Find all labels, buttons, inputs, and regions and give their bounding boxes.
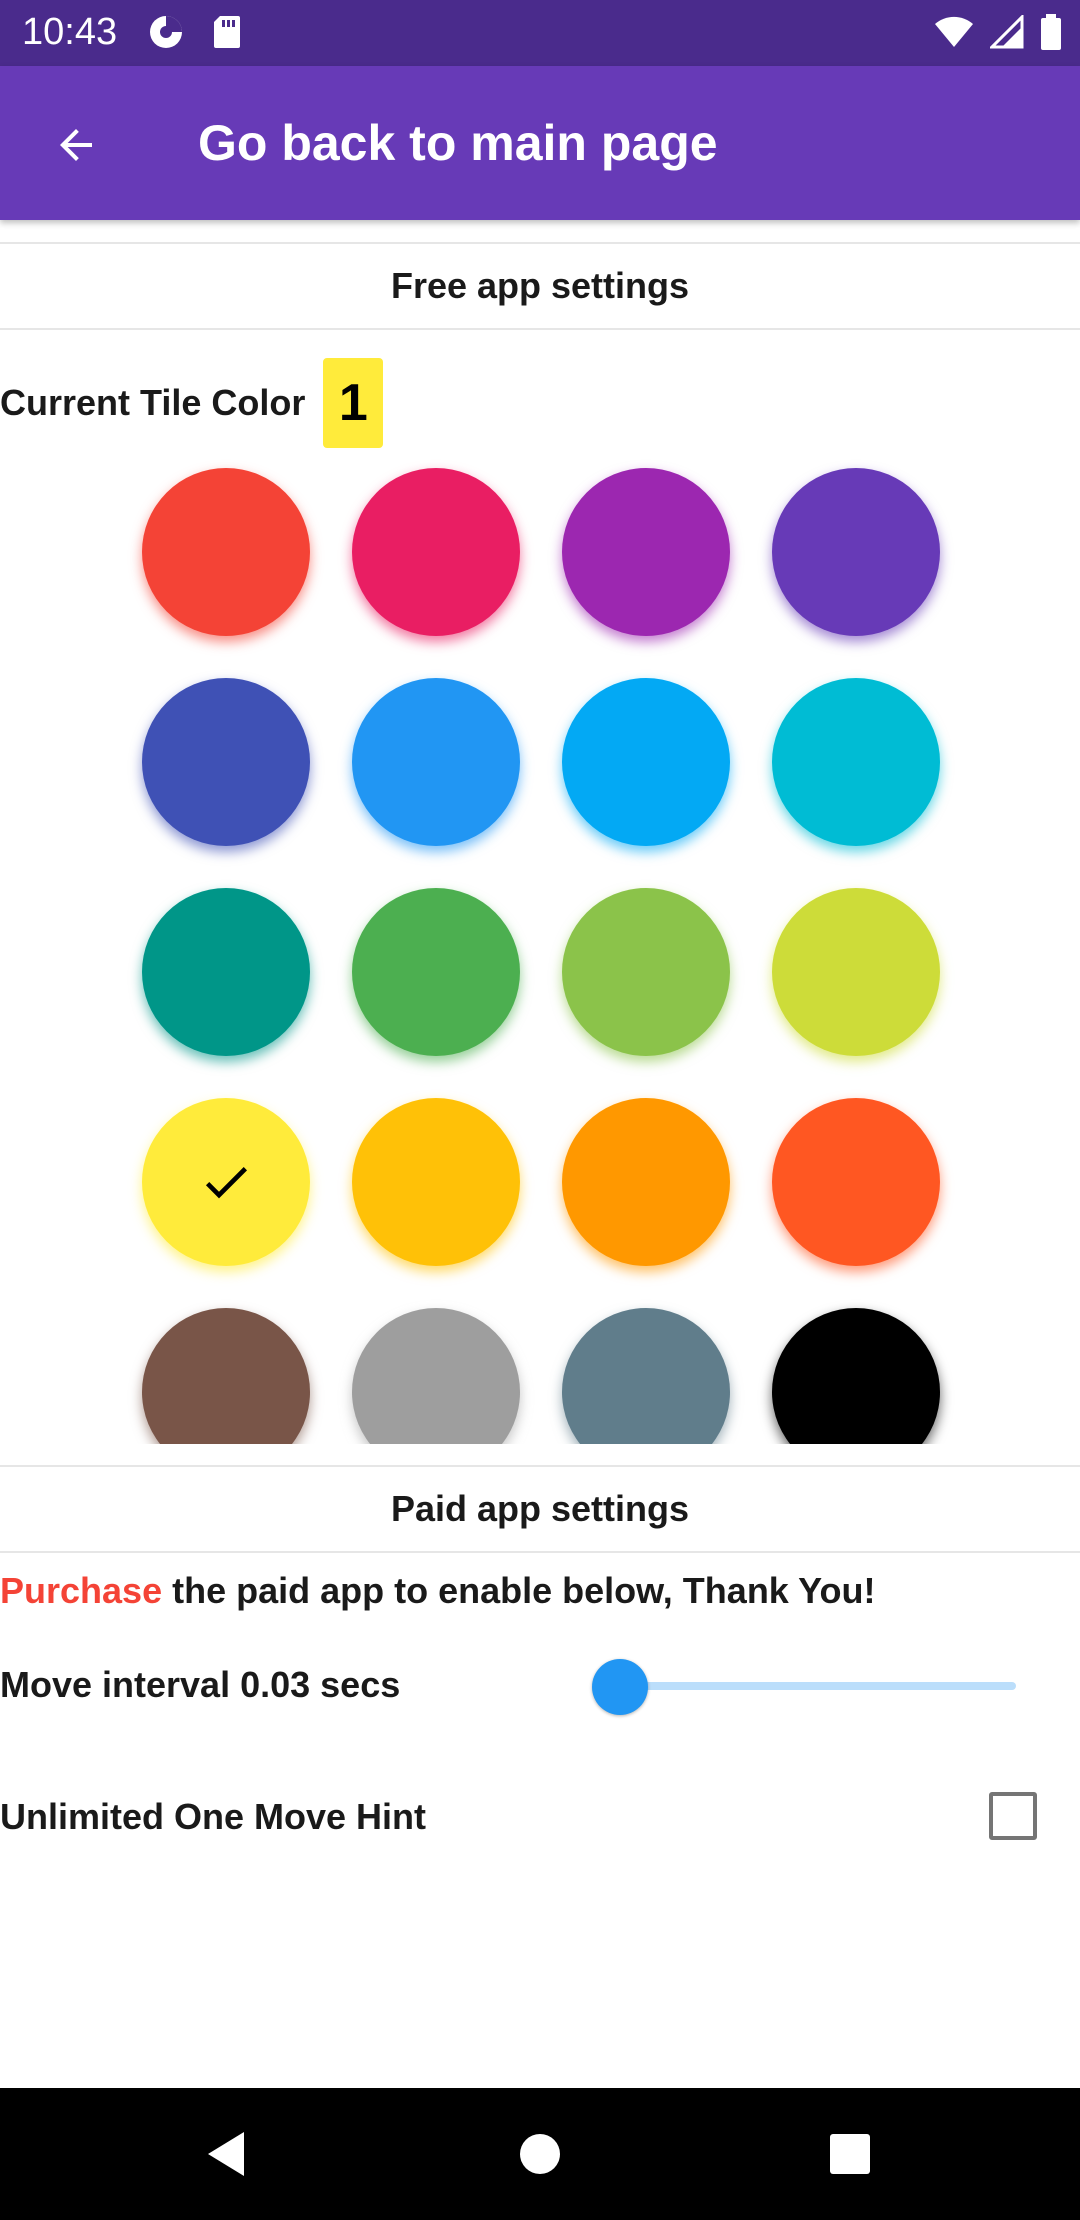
hint-checkbox[interactable] — [989, 1792, 1037, 1840]
nav-home-button[interactable] — [510, 2124, 570, 2184]
nav-back-icon — [208, 2132, 244, 2176]
purchase-notice-text: the paid app to enable below, Thank You! — [162, 1570, 876, 1611]
color-swatch-indigo[interactable] — [142, 678, 310, 846]
tile-color-preview: 1 — [323, 358, 384, 448]
color-swatch-lime[interactable] — [772, 888, 940, 1056]
status-bar: 10:43 — [0, 0, 1080, 66]
slider-track[interactable] — [612, 1682, 1016, 1690]
color-swatch-purple[interactable] — [562, 468, 730, 636]
move-interval-slider[interactable] — [592, 1656, 1016, 1716]
color-swatch-yellow[interactable] — [142, 1098, 310, 1266]
free-settings-header: Free app settings — [0, 242, 1080, 330]
check-icon — [205, 1167, 247, 1199]
tile-color-label: Current Tile Color — [0, 382, 306, 423]
purchase-notice: Purchase the paid app to enable below, T… — [0, 1570, 875, 1612]
color-swatch-light-blue[interactable] — [562, 678, 730, 846]
data-saver-icon — [148, 14, 184, 55]
purchase-link[interactable]: Purchase — [0, 1570, 162, 1611]
color-swatch-red[interactable] — [142, 468, 310, 636]
wifi-icon — [934, 15, 974, 54]
navigation-bar — [0, 2088, 1080, 2220]
nav-back-button[interactable] — [196, 2124, 256, 2184]
color-swatch-cyan[interactable] — [772, 678, 940, 846]
color-swatch-blue[interactable] — [352, 678, 520, 846]
color-swatch-orange[interactable] — [562, 1098, 730, 1266]
signal-icon — [988, 13, 1024, 54]
nav-home-icon — [520, 2134, 560, 2174]
color-swatch-black[interactable] — [772, 1308, 940, 1444]
status-time: 10:43 — [22, 11, 118, 53]
arrow-back-icon — [60, 129, 92, 161]
color-swatch-teal[interactable] — [142, 888, 310, 1056]
color-swatch-pink[interactable] — [352, 468, 520, 636]
color-swatch-grey[interactable] — [352, 1308, 520, 1444]
nav-recents-button[interactable] — [820, 2124, 880, 2184]
color-swatch-light-green[interactable] — [562, 888, 730, 1056]
paid-settings-header: Paid app settings — [0, 1465, 1080, 1553]
battery-icon — [1040, 14, 1062, 55]
nav-recents-icon — [830, 2134, 870, 2174]
color-swatch-deep-orange[interactable] — [772, 1098, 940, 1266]
color-swatch-brown[interactable] — [142, 1308, 310, 1444]
back-button[interactable] — [38, 107, 114, 183]
hint-label: Unlimited One Move Hint — [0, 1796, 427, 1837]
move-interval-label: Move interval 0.03 secs — [0, 1664, 401, 1705]
sd-card-icon — [212, 14, 242, 55]
color-swatch-deep-purple[interactable] — [772, 468, 940, 636]
page-title[interactable]: Go back to main page — [198, 114, 718, 172]
color-swatch-blue-grey[interactable] — [562, 1308, 730, 1444]
slider-thumb[interactable] — [592, 1659, 648, 1715]
color-swatch-green[interactable] — [352, 888, 520, 1056]
app-bar: Go back to main page — [0, 66, 1080, 220]
color-swatch-grid[interactable] — [0, 448, 1080, 1444]
color-swatch-amber[interactable] — [352, 1098, 520, 1266]
current-tile-color-row: Current Tile Color 1 — [0, 358, 384, 448]
